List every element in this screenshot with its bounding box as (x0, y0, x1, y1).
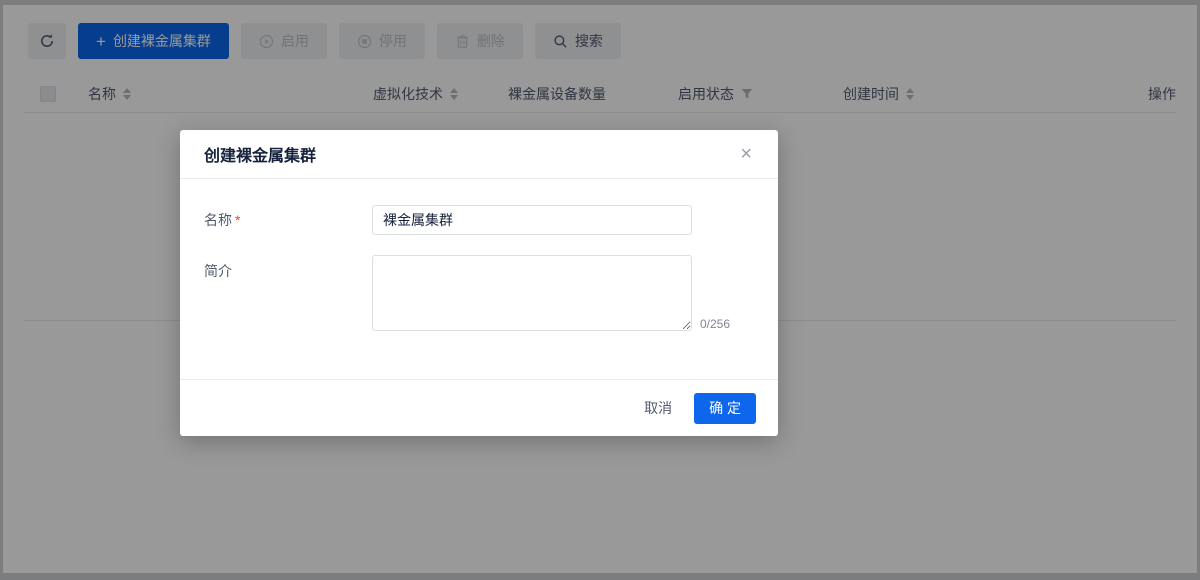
confirm-button[interactable]: 确 定 (694, 393, 756, 424)
intro-textarea[interactable] (372, 255, 692, 331)
name-field-label: 名称* (204, 210, 372, 230)
create-cluster-dialog: 创建裸金属集群 × 名称* 简介 0/256 取消 确 定 (180, 130, 778, 436)
cancel-button[interactable]: 取消 (644, 398, 672, 418)
required-asterisk: * (235, 212, 240, 228)
close-icon[interactable]: × (738, 142, 754, 166)
name-form-row: 名称* (204, 205, 754, 235)
intro-form-row: 简介 0/256 (204, 255, 754, 331)
dialog-body: 名称* 简介 0/256 (180, 179, 778, 379)
intro-textarea-wrap: 0/256 (372, 255, 730, 331)
intro-field-label: 简介 (204, 255, 372, 331)
char-counter: 0/256 (700, 317, 730, 331)
dialog-footer: 取消 确 定 (180, 379, 778, 436)
dialog-header: 创建裸金属集群 × (180, 130, 778, 179)
name-input[interactable] (372, 205, 692, 235)
dialog-title: 创建裸金属集群 (204, 142, 316, 166)
